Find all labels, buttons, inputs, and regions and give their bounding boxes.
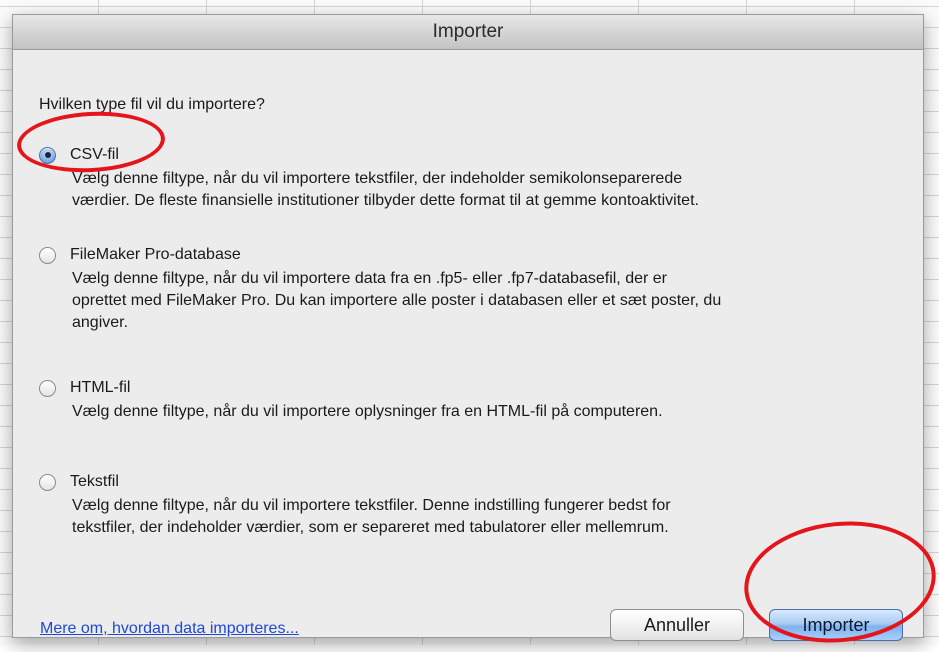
option-html[interactable]: HTML-fil Vælg denne filtype, når du vil …	[39, 376, 889, 423]
radio-html[interactable]	[39, 379, 56, 397]
title-bar[interactable]: Importer	[13, 15, 923, 50]
option-html-description: Vælg denne filtype, når du vil importere…	[72, 401, 889, 423]
dialog-content: Hvilken type fil vil du importere? CSV-f…	[13, 50, 923, 641]
option-filemaker-description: Vælg denne filtype, når du vil importere…	[72, 268, 889, 334]
option-csv[interactable]: CSV-fil Vælg denne filtype, når du vil i…	[39, 143, 889, 212]
help-link[interactable]: Mere om, hvordan data importeres...	[40, 620, 299, 638]
option-textfile-description: Vælg denne filtype, når du vil importere…	[72, 495, 889, 539]
description-line: Vælg denne filtype, når du vil importere…	[72, 270, 667, 287]
import-dialog: Importer Hvilken type fil vil du importe…	[12, 14, 924, 641]
description-line: Vælg denne filtype, når du vil importere…	[72, 497, 671, 514]
description-line: angiver.	[72, 314, 129, 331]
option-csv-description: Vælg denne filtype, når du vil importere…	[72, 168, 889, 212]
description-line: Vælg denne filtype, når du vil importere…	[72, 170, 683, 187]
radio-csv[interactable]	[39, 146, 56, 164]
option-textfile[interactable]: Tekstfil Vælg denne filtype, når du vil …	[39, 470, 889, 539]
description-line: værdier. De fleste finansielle instituti…	[72, 192, 699, 209]
description-line: oprettet med FileMaker Pro. Du kan impor…	[72, 292, 722, 309]
option-textfile-label: Tekstfil	[70, 473, 119, 490]
cancel-button[interactable]: Annuller	[610, 609, 744, 641]
option-filemaker[interactable]: FileMaker Pro-database Vælg denne filtyp…	[39, 243, 889, 334]
import-button[interactable]: Importer	[769, 609, 903, 641]
option-csv-label: CSV-fil	[70, 146, 119, 163]
radio-filemaker[interactable]	[39, 246, 56, 264]
option-html-label: HTML-fil	[70, 379, 131, 396]
dialog-title: Importer	[432, 21, 504, 42]
file-type-question: Hvilken type fil vil du importere?	[39, 96, 265, 113]
option-filemaker-label: FileMaker Pro-database	[70, 246, 241, 263]
description-line: tekstfiler, der indeholder værdier, som …	[72, 519, 669, 536]
radio-textfile[interactable]	[39, 473, 56, 491]
description-line: Vælg denne filtype, når du vil importere…	[72, 403, 663, 420]
